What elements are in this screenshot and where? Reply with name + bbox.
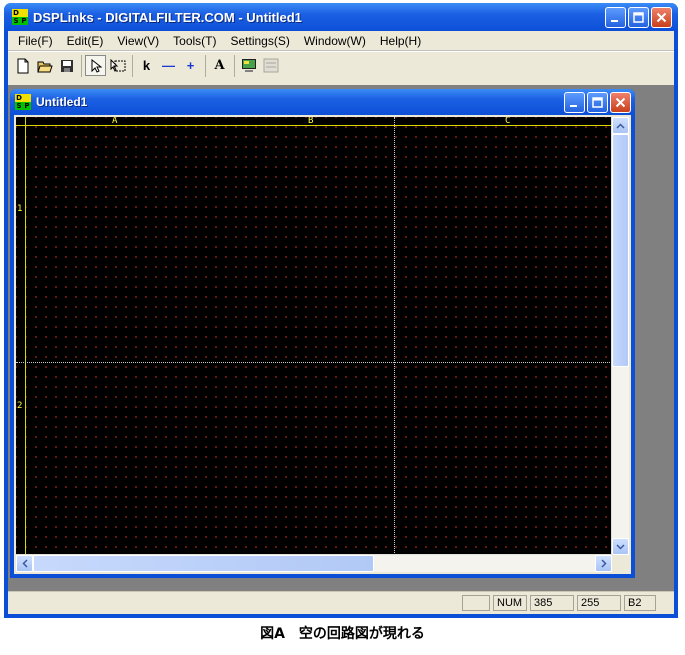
text-tool-group: A — [209, 54, 235, 77]
status-cell: B2 — [624, 595, 656, 611]
app-icon-letter: D — [12, 9, 20, 17]
mdi-workspace: D S P Untitled1 A B C 1 2 — [8, 85, 674, 592]
close-icon — [656, 12, 667, 23]
save-file-button[interactable] — [56, 55, 77, 76]
column-ruler — [16, 117, 612, 126]
row-ruler — [16, 117, 26, 555]
file-tool-group — [12, 54, 82, 77]
maximize-icon — [592, 97, 603, 108]
sheet-row-divider — [16, 362, 612, 363]
scroll-right-button[interactable] — [595, 555, 612, 572]
main-title-bar[interactable]: D S P DSPLinks - DIGITALFILTER.COM - Unt… — [4, 3, 678, 31]
schematic-window: D S P Untitled1 A B C 1 2 — [10, 89, 635, 578]
open-folder-icon — [36, 61, 53, 72]
new-file-button[interactable] — [12, 55, 33, 76]
child-minimize-button[interactable] — [564, 92, 585, 113]
minimize-icon — [570, 105, 577, 107]
wire-tool-glyph: — — [162, 58, 175, 73]
label-tool-glyph: k — [142, 58, 151, 73]
vertical-scroll-thumb[interactable] — [612, 134, 629, 367]
scroll-up-button[interactable] — [612, 117, 629, 134]
view-tool-group — [238, 55, 285, 77]
chevron-right-icon — [600, 559, 607, 568]
close-icon — [615, 97, 626, 108]
column-label-b: B — [308, 117, 314, 126]
menu-bar: File(F) Edit(E) View(V) Tools(T) Setting… — [8, 31, 674, 50]
area-select-button[interactable] — [107, 55, 128, 76]
status-x-coordinate: 385 — [530, 595, 574, 611]
save-disk-icon — [60, 59, 73, 72]
column-label-a: A — [112, 117, 118, 126]
scroll-left-button[interactable] — [16, 555, 33, 572]
main-window: D S P DSPLinks - DIGITALFILTER.COM - Unt… — [4, 3, 678, 618]
menu-window[interactable]: Window(W) — [300, 34, 370, 48]
simulate-button[interactable] — [238, 55, 259, 76]
menu-help[interactable]: Help(H) — [376, 34, 425, 48]
app-icon-letter: S — [12, 17, 20, 25]
chevron-down-icon — [616, 543, 625, 550]
app-icon-letter — [20, 9, 28, 17]
text-tool-glyph: A — [214, 58, 225, 73]
menu-settings[interactable]: Settings(S) — [227, 34, 294, 48]
horizontal-scroll-thumb[interactable] — [33, 555, 374, 572]
vertical-scrollbar[interactable] — [611, 117, 629, 555]
schematic-title: Untitled1 — [36, 95, 88, 109]
minimize-icon — [611, 20, 618, 22]
size-grip[interactable] — [612, 555, 629, 572]
chevron-up-icon — [616, 122, 625, 129]
schematic-body: A B C 1 2 — [14, 115, 631, 574]
doc-icon-letter: P — [23, 102, 31, 110]
doc-icon-letter: S — [15, 102, 23, 110]
menu-tools[interactable]: Tools(T) — [169, 34, 220, 48]
disabled-tool-button[interactable] — [260, 55, 281, 76]
row-label-2: 2 — [17, 401, 23, 411]
horizontal-scrollbar[interactable] — [16, 554, 612, 572]
menu-file[interactable]: File(F) — [14, 34, 57, 48]
select-pointer-button[interactable] — [85, 55, 106, 76]
menu-view[interactable]: View(V) — [113, 34, 163, 48]
caption-buttons — [605, 7, 672, 28]
menu-edit[interactable]: Edit(E) — [63, 34, 108, 48]
open-file-button[interactable] — [34, 55, 55, 76]
status-num-lock: NUM — [493, 595, 527, 611]
sheet-column-divider — [394, 117, 395, 555]
chevron-left-icon — [21, 559, 28, 568]
status-bar: NUM 385 255 B2 — [8, 591, 674, 614]
status-pane-empty — [462, 595, 490, 611]
schematic-canvas[interactable]: A B C 1 2 — [16, 117, 612, 555]
monitor-icon — [241, 59, 256, 72]
close-button[interactable] — [651, 7, 672, 28]
arrow-pointer-icon — [91, 58, 102, 73]
area-select-icon — [110, 58, 125, 72]
main-client-area: File(F) Edit(E) View(V) Tools(T) Setting… — [8, 31, 674, 614]
minimize-button[interactable] — [605, 7, 626, 28]
new-file-icon — [17, 58, 28, 73]
wire-tool-button[interactable]: — — [158, 55, 179, 76]
child-close-button[interactable] — [610, 92, 631, 113]
select-tool-group — [85, 54, 133, 77]
maximize-icon — [633, 12, 644, 23]
scroll-down-button[interactable] — [612, 538, 629, 555]
doc-icon-letter — [23, 94, 31, 102]
app-icon: D S P — [12, 9, 28, 25]
maximize-button[interactable] — [628, 7, 649, 28]
junction-tool-button[interactable]: + — [180, 55, 201, 76]
toolbar: k — + A — [8, 52, 674, 79]
figure-caption: 図A 空の回路図が現れる — [260, 626, 425, 642]
row-label-1: 1 — [17, 204, 23, 214]
doc-icon-letter: D — [15, 94, 23, 102]
text-tool-button[interactable]: A — [209, 55, 230, 76]
window-title: DSPLinks - DIGITALFILTER.COM - Untitled1 — [33, 9, 302, 25]
disabled-window-icon — [263, 58, 278, 73]
app-icon-letter: P — [20, 17, 28, 25]
child-caption-buttons — [564, 92, 631, 113]
junction-tool-glyph: + — [186, 58, 195, 73]
status-y-coordinate: 255 — [577, 595, 621, 611]
child-maximize-button[interactable] — [587, 92, 608, 113]
label-tool-button[interactable]: k — [136, 55, 157, 76]
doc-icon: D S P — [15, 94, 31, 110]
draw-tool-group: k — + — [136, 54, 206, 77]
column-label-c: C — [505, 117, 511, 126]
schematic-title-bar[interactable]: D S P Untitled1 — [10, 89, 635, 115]
